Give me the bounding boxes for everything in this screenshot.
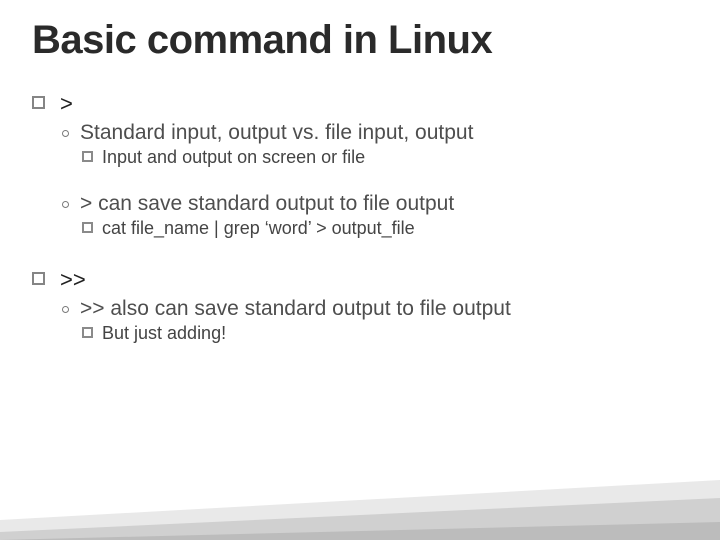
bullet-text: >> bbox=[60, 267, 86, 292]
subsubbullet-text: cat file_name | grep ‘word’ > output_fil… bbox=[102, 218, 415, 238]
subsubbullet-io-screen-file: Input and output on screen or file bbox=[32, 147, 688, 168]
subbullet-save-stdout: > can save standard output to file outpu… bbox=[32, 192, 688, 216]
bullet-redirect: > bbox=[32, 91, 688, 117]
square-bullet-icon bbox=[82, 151, 93, 162]
subbullet-text: >> also can save standard output to file… bbox=[80, 297, 511, 320]
circle-bullet-icon bbox=[62, 201, 69, 208]
subbullet-text: > can save standard output to file outpu… bbox=[80, 192, 454, 215]
slide-title: Basic command in Linux bbox=[32, 18, 688, 63]
subsubbullet-cat-grep-example: cat file_name | grep ‘word’ > output_fil… bbox=[32, 218, 688, 239]
subbullet-text: Standard input, output vs. file input, o… bbox=[80, 121, 473, 144]
circle-bullet-icon bbox=[62, 130, 69, 137]
circle-bullet-icon bbox=[62, 306, 69, 313]
square-bullet-icon bbox=[32, 272, 45, 285]
subsubbullet-text: Input and output on screen or file bbox=[102, 147, 365, 167]
slide: Basic command in Linux > Standard input,… bbox=[0, 0, 720, 344]
decorative-wedge bbox=[0, 450, 720, 540]
bullet-append: >> bbox=[32, 267, 688, 293]
square-bullet-icon bbox=[32, 96, 45, 109]
bullet-text: > bbox=[60, 91, 73, 116]
subbullet-append-stdout: >> also can save standard output to file… bbox=[32, 297, 688, 321]
subsubbullet-just-adding: But just adding! bbox=[32, 323, 688, 344]
subsubbullet-text: But just adding! bbox=[102, 323, 226, 343]
square-bullet-icon bbox=[82, 222, 93, 233]
subbullet-stdio-vs-file: Standard input, output vs. file input, o… bbox=[32, 121, 688, 145]
square-bullet-icon bbox=[82, 327, 93, 338]
